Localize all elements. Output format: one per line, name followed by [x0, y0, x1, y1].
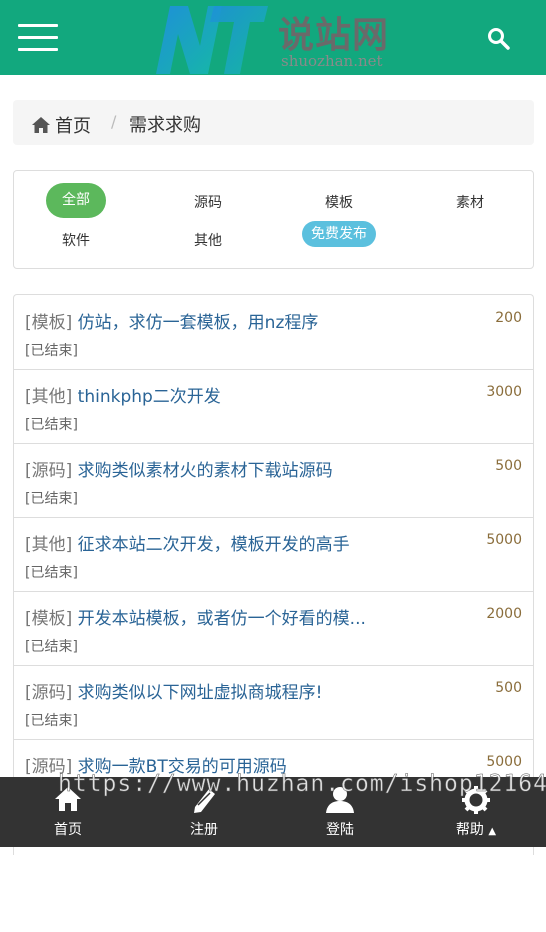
item-price: 2000 [486, 606, 522, 622]
item-status: [已结束] [25, 639, 78, 655]
category-filter: 全部 源码 模板 素材 软件 其他 免费发布 [13, 170, 534, 269]
item-title[interactable]: 仿站，求仿一套模板，用nz程序 [78, 313, 319, 333]
list-item[interactable]: [模板] 仿站，求仿一套模板，用nz程序 [已结束] 200 [14, 295, 533, 370]
nav-login[interactable]: 登陆 [272, 777, 408, 847]
item-category: [源码] [25, 683, 73, 703]
item-price: 5000 [486, 532, 522, 548]
home-icon [55, 787, 81, 811]
item-price: 5000 [486, 754, 522, 770]
top-bar: 说站网 shuozhan.net [0, 0, 546, 75]
site-logo[interactable]: 说站网 shuozhan.net [148, 0, 408, 75]
item-status: [已结束] [25, 491, 78, 507]
nav-help-text: 帮助 [455, 822, 484, 838]
item-title[interactable]: 开发本站模板，或者仿一个好看的模... [78, 609, 366, 629]
breadcrumb-separator: / [111, 112, 117, 131]
search-icon[interactable] [486, 26, 512, 52]
item-category: [源码] [25, 757, 73, 777]
nav-help[interactable]: 帮助 ▲ [408, 777, 544, 847]
item-category: [模板] [25, 609, 73, 629]
gear-icon [462, 786, 490, 814]
item-price: 200 [495, 310, 522, 326]
item-category: [源码] [25, 461, 73, 481]
category-software[interactable]: 软件 [46, 230, 106, 250]
item-category: [其他] [25, 535, 73, 555]
item-title[interactable]: 求购类似以下网址虚拟商城程序! [78, 683, 323, 703]
breadcrumb-home-label: 首页 [55, 116, 91, 137]
pencil-icon [194, 789, 215, 813]
list-item[interactable]: [模板] 开发本站模板，或者仿一个好看的模... [已结束] 2000 [14, 591, 533, 666]
item-status: [已结束] [25, 713, 78, 729]
category-source[interactable]: 源码 [178, 192, 238, 212]
list-item[interactable]: [源码] 求购类似素材火的素材下载站源码 [已结束] 500 [14, 443, 533, 518]
item-title[interactable]: 征求本站二次开发，模板开发的高手 [78, 535, 350, 555]
demand-list: [模板] 仿站，求仿一套模板，用nz程序 [已结束] 200 [其他] thin… [13, 294, 534, 855]
nav-home-label: 首页 [54, 822, 82, 838]
caret-up-icon: ▲ [488, 826, 497, 837]
item-title[interactable]: 求购一款BT交易的可用源码 [78, 757, 287, 777]
item-price: 500 [495, 680, 522, 696]
item-status: [已结束] [25, 565, 78, 581]
item-title[interactable]: 求购类似素材火的素材下载站源码 [78, 461, 333, 481]
item-category: [模板] [25, 313, 73, 333]
logo-url: shuozhan.net [281, 52, 383, 70]
free-publish-button[interactable]: 免费发布 [302, 221, 376, 247]
list-item[interactable]: [源码] 求购类似以下网址虚拟商城程序! [已结束] 500 [14, 665, 533, 740]
breadcrumb-home[interactable]: 首页 [31, 112, 91, 138]
category-other[interactable]: 其他 [178, 230, 238, 250]
user-icon [326, 787, 354, 813]
category-material[interactable]: 素材 [440, 192, 500, 212]
nav-login-label: 登陆 [326, 822, 354, 838]
list-item[interactable]: [其他] 征求本站二次开发，模板开发的高手 [已结束] 5000 [14, 517, 533, 592]
home-icon [32, 117, 50, 133]
item-category: [其他] [25, 387, 73, 407]
hamburger-menu-icon[interactable] [18, 24, 58, 52]
nav-register[interactable]: 注册 [136, 777, 272, 847]
logo-text: 说站网 [278, 15, 390, 56]
category-all[interactable]: 全部 [46, 183, 106, 218]
item-price: 3000 [486, 384, 522, 400]
nav-help-label: 帮助 ▲ [408, 819, 544, 839]
item-status: [已结束] [25, 343, 78, 359]
category-template[interactable]: 模板 [309, 192, 369, 212]
nav-home[interactable]: 首页 [0, 777, 136, 847]
breadcrumb-current: 需求求购 [129, 115, 201, 136]
breadcrumb: 首页 / 需求求购 [13, 100, 534, 145]
logo-nt-mark [156, 6, 268, 74]
nav-register-label: 注册 [190, 822, 218, 838]
bottom-nav-bar: 首页 注册 登陆 帮助 ▲ [0, 777, 546, 847]
item-price: 500 [495, 458, 522, 474]
list-item[interactable]: [其他] thinkphp二次开发 [已结束] 3000 [14, 369, 533, 444]
item-title[interactable]: thinkphp二次开发 [78, 387, 221, 407]
item-status: [已结束] [25, 417, 78, 433]
